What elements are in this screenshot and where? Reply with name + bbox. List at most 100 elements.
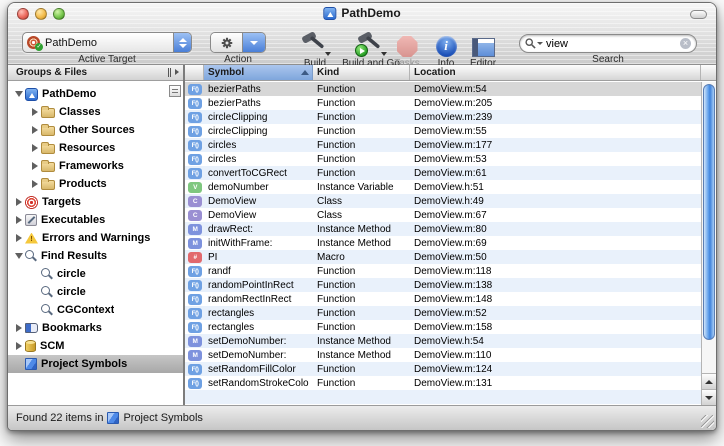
location-cell: DemoView.m:67 xyxy=(410,210,701,221)
titlebar[interactable]: PathDemo xyxy=(8,3,716,25)
symbol-row-setrandomstrokecolo-22[interactable]: F()setRandomStrokeColoFunctionDemoView.m… xyxy=(185,376,701,390)
symbol-cell: drawRect: xyxy=(204,224,313,235)
symbol-row-circleclipping-3[interactable]: F()circleClippingFunctionDemoView.m:239 xyxy=(185,110,701,124)
sidebar-item-executables[interactable]: Executables xyxy=(8,211,183,229)
disclosure-closed-icon[interactable] xyxy=(12,198,25,206)
symbol-row-setrandomfillcolor-21[interactable]: F()setRandomFillColorFunctionDemoView.m:… xyxy=(185,362,701,376)
location-cell: DemoView.m:55 xyxy=(410,126,701,137)
scroll-down-arrow-icon[interactable] xyxy=(702,389,716,405)
symbol-table: Symbol Kind Location F()bezierPathsFunct… xyxy=(185,65,716,405)
sidebar-item-scm[interactable]: SCM xyxy=(8,337,183,355)
editor-icon xyxy=(472,38,495,57)
disclosure-closed-icon[interactable] xyxy=(12,234,25,242)
badge-cell: F() xyxy=(185,168,204,179)
symbol-row-demoview-9[interactable]: CDemoViewClassDemoView.h:49 xyxy=(185,194,701,208)
badge-cell: F() xyxy=(185,98,204,109)
sidebar-item-pathdemo[interactable]: PathDemo xyxy=(8,85,183,103)
badge-cell: F() xyxy=(185,294,204,305)
sidebar-item-find-results[interactable]: Find Results xyxy=(8,247,183,265)
disclosure-closed-icon[interactable] xyxy=(28,144,41,152)
disclosure-closed-icon[interactable] xyxy=(12,216,25,224)
symbol-column-header[interactable]: Symbol xyxy=(204,65,313,80)
clear-search-icon[interactable]: × xyxy=(680,38,691,49)
sidebar-item-resources[interactable]: Resources xyxy=(8,139,183,157)
close-button[interactable] xyxy=(17,8,29,20)
badge-cell: F() xyxy=(185,84,204,95)
toolbar-pill-button[interactable] xyxy=(690,10,707,19)
disclosure-open-icon[interactable] xyxy=(12,253,25,259)
kind-cell: Instance Method xyxy=(313,350,410,361)
project-icon xyxy=(25,88,38,101)
sidebar-item-frameworks[interactable]: Frameworks xyxy=(8,157,183,175)
method-badge-icon: M xyxy=(188,350,202,361)
sidebar-item-circle[interactable]: circle xyxy=(8,283,183,301)
minimize-button[interactable] xyxy=(35,8,47,20)
disclosure-closed-icon[interactable] xyxy=(28,162,41,170)
info-item[interactable]: i Info xyxy=(428,29,464,69)
vertical-scrollbar[interactable] xyxy=(701,82,716,405)
build-item[interactable]: Build xyxy=(290,29,340,69)
symbol-row-demonumber-8[interactable]: VdemoNumberInstance VariableDemoView.h:5… xyxy=(185,180,701,194)
kind-cell: Function xyxy=(313,308,410,319)
kind-cell: Instance Variable xyxy=(313,182,410,193)
symbol-row-rectangles-18[interactable]: F()rectanglesFunctionDemoView.m:158 xyxy=(185,320,701,334)
symbol-row-randomrectinrect-16[interactable]: F()randomRectInRectFunctionDemoView.m:14… xyxy=(185,292,701,306)
sidebar-item-targets[interactable]: Targets xyxy=(8,193,183,211)
sidebar-item-products[interactable]: Products xyxy=(8,175,183,193)
symbol-row-pi-13[interactable]: #PIMacroDemoView.m:50 xyxy=(185,250,701,264)
icon-column-header[interactable] xyxy=(185,65,204,80)
status-scope: Project Symbols xyxy=(123,412,202,424)
info-icon: i xyxy=(436,36,457,57)
sidebar-options-icon[interactable] xyxy=(169,85,181,97)
symbol-row-setdemonumber-20[interactable]: MsetDemoNumber:Instance MethodDemoView.m… xyxy=(185,348,701,362)
sort-ascending-icon xyxy=(301,70,309,75)
badge-cell: F() xyxy=(185,280,204,291)
symbol-row-drawrect-11[interactable]: MdrawRect:Instance MethodDemoView.m:80 xyxy=(185,222,701,236)
scm-icon xyxy=(25,340,36,352)
scrollbar-thumb[interactable] xyxy=(703,84,715,340)
location-column-header[interactable]: Location xyxy=(410,65,701,80)
symbol-row-bezierpaths-2[interactable]: F()bezierPathsFunctionDemoView.m:205 xyxy=(185,96,701,110)
sidebar-item-bookmarks[interactable]: Bookmarks xyxy=(8,319,183,337)
sidebar-item-errors-and-warnings[interactable]: !Errors and Warnings xyxy=(8,229,183,247)
action-button[interactable] xyxy=(210,32,266,53)
disclosure-closed-icon[interactable] xyxy=(28,126,41,134)
symbol-row-converttocgrect-7[interactable]: F()convertToCGRectFunctionDemoView.m:61 xyxy=(185,166,701,180)
variable-badge-icon: V xyxy=(188,182,202,193)
search-input[interactable]: view × xyxy=(519,34,697,53)
kind-column-header[interactable]: Kind xyxy=(313,65,410,80)
symbol-row-demoview-10[interactable]: CDemoViewClassDemoView.m:67 xyxy=(185,208,701,222)
scroll-up-arrow-icon[interactable] xyxy=(702,373,716,389)
gear-icon[interactable] xyxy=(211,33,242,52)
symbol-row-initwithframe-12[interactable]: MinitWithFrame:Instance MethodDemoView.m… xyxy=(185,236,701,250)
symbol-row-circles-6[interactable]: F()circlesFunctionDemoView.m:53 xyxy=(185,152,701,166)
symbol-row-circleclipping-4[interactable]: F()circleClippingFunctionDemoView.m:55 xyxy=(185,124,701,138)
sidebar-item-cgcontext[interactable]: CGContext xyxy=(8,301,183,319)
disclosure-closed-icon[interactable] xyxy=(12,342,25,350)
editor-item[interactable]: Editor xyxy=(461,29,505,69)
disclosure-open-icon[interactable] xyxy=(12,91,25,97)
resize-grip[interactable] xyxy=(701,415,714,428)
disclosure-closed-icon[interactable] xyxy=(28,180,41,188)
symbol-row-randompointinrect-15[interactable]: F()randomPointInRectFunctionDemoView.m:1… xyxy=(185,278,701,292)
symbol-row-circles-5[interactable]: F()circlesFunctionDemoView.m:177 xyxy=(185,138,701,152)
symbol-row-bezierpaths-1[interactable]: F()bezierPathsFunctionDemoView.m:54 xyxy=(185,82,701,96)
sidebar-item-label: SCM xyxy=(40,340,64,352)
active-target-popup[interactable]: PathDemo xyxy=(22,32,192,53)
action-menu-arrow-icon[interactable] xyxy=(242,33,265,52)
zoom-button[interactable] xyxy=(53,8,65,20)
location-cell: DemoView.h:49 xyxy=(410,196,701,207)
location-cell: DemoView.m:131 xyxy=(410,378,701,389)
splitter-handle-icon[interactable] xyxy=(168,68,179,77)
sidebar-item-classes[interactable]: Classes xyxy=(8,103,183,121)
symbol-row-rectangles-17[interactable]: F()rectanglesFunctionDemoView.m:52 xyxy=(185,306,701,320)
sidebar-item-project-symbols[interactable]: Project Symbols xyxy=(8,355,183,373)
function-badge-icon: F() xyxy=(188,84,202,95)
disclosure-closed-icon[interactable] xyxy=(28,108,41,116)
sidebar-item-other-sources[interactable]: Other Sources xyxy=(8,121,183,139)
symbol-row-randf-14[interactable]: F()randfFunctionDemoView.m:118 xyxy=(185,264,701,278)
symbol-row-setdemonumber-19[interactable]: MsetDemoNumber:Instance MethodDemoView.h… xyxy=(185,334,701,348)
disclosure-closed-icon[interactable] xyxy=(12,324,25,332)
kind-cell: Instance Method xyxy=(313,238,410,249)
sidebar-item-circle[interactable]: circle xyxy=(8,265,183,283)
